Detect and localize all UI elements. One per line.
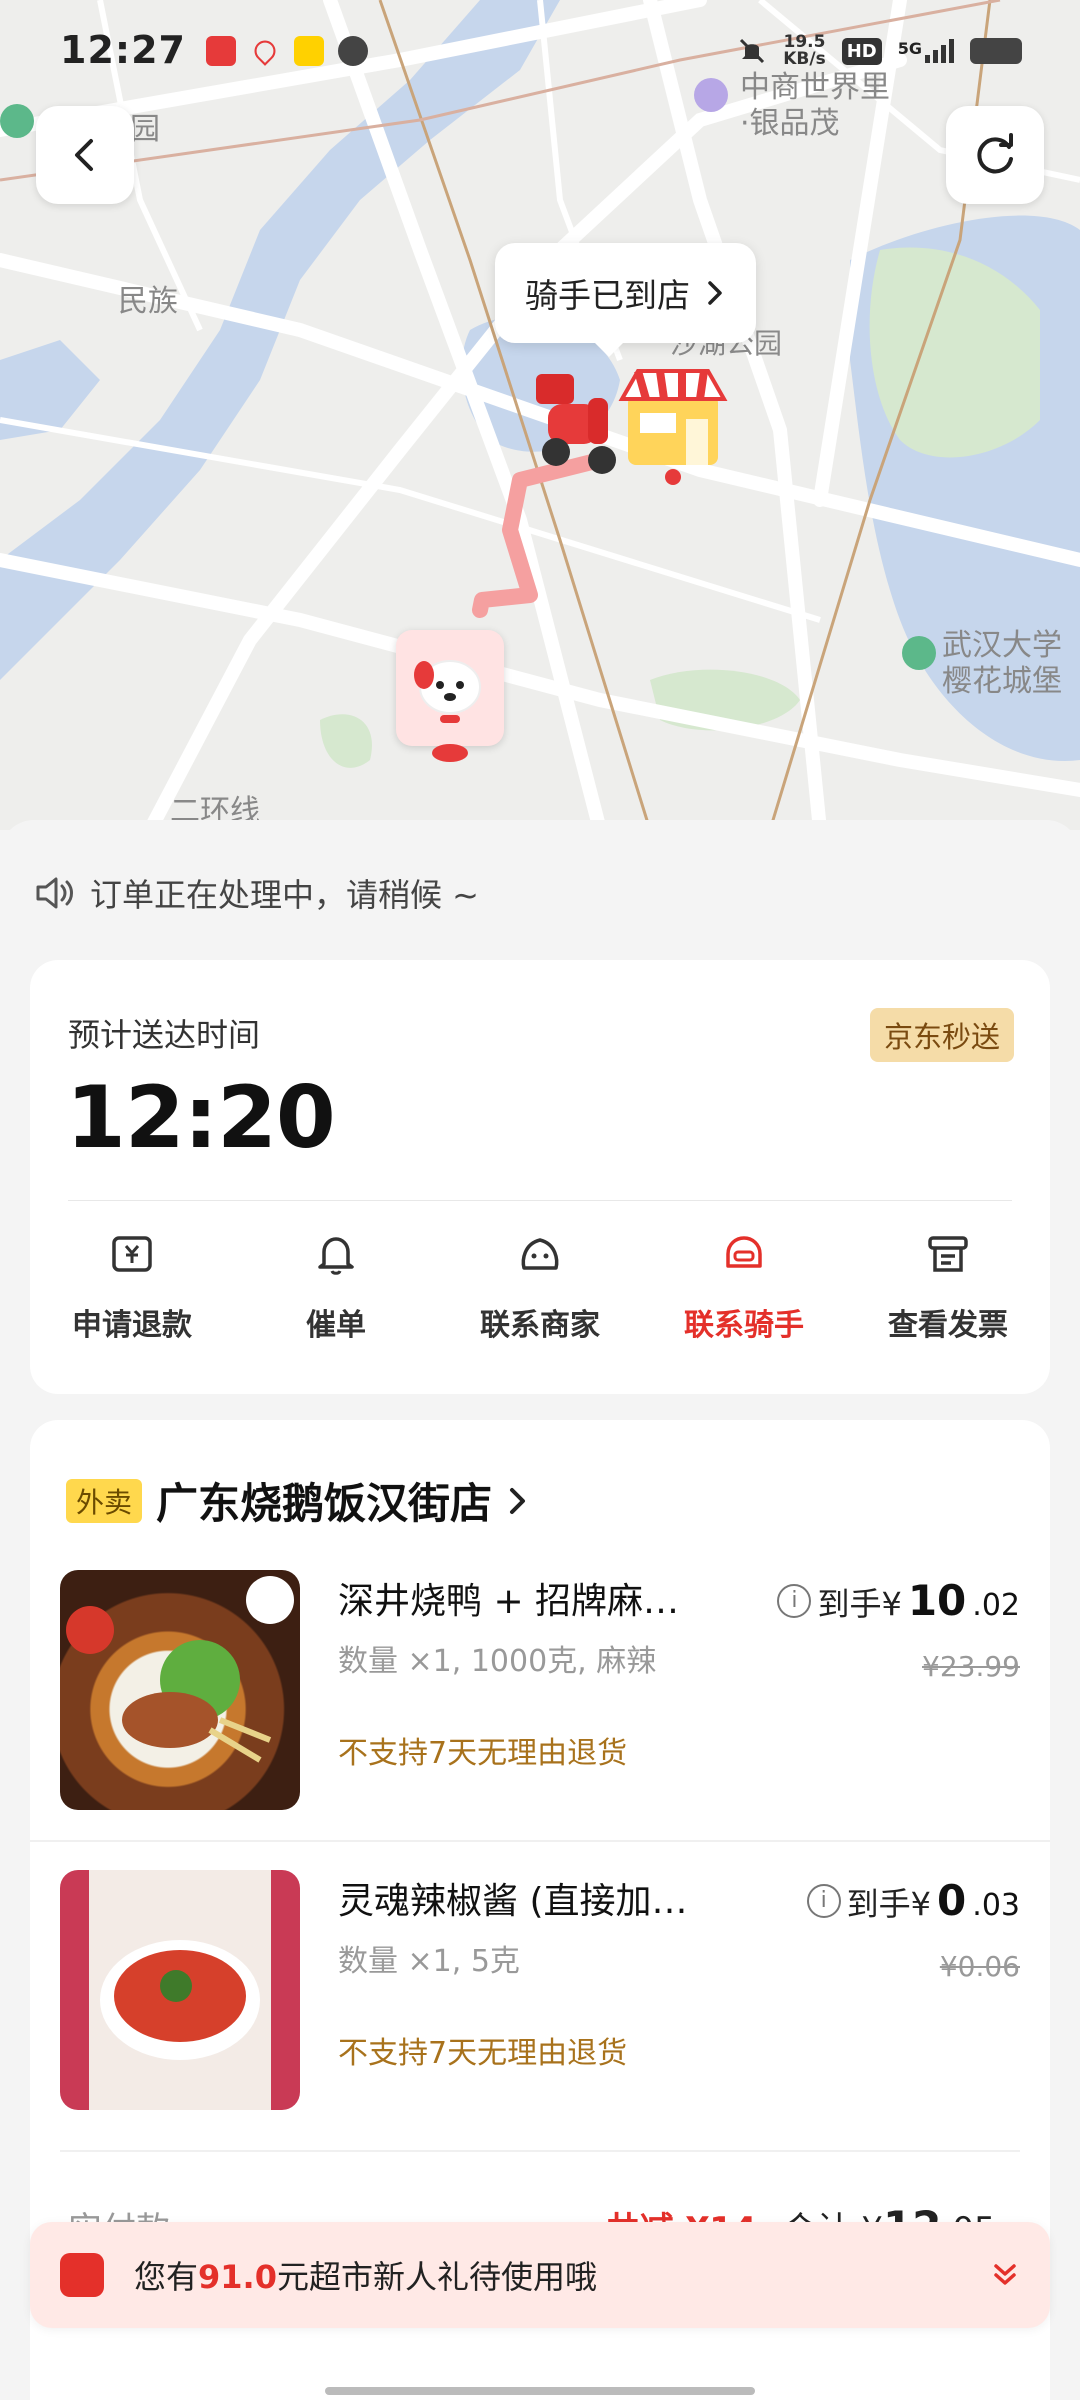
status-time: 12:27 bbox=[60, 28, 186, 72]
rider-icon bbox=[726, 1236, 762, 1268]
contact-rider-button[interactable]: 联系骑手 bbox=[642, 1230, 846, 1344]
eta-time: 12:20 bbox=[66, 1068, 336, 1168]
order-sheet: 订单正在处理中，请稍候 ~ 预计送达时间 12:20 京东秒送 申请退款 催单 … bbox=[0, 820, 1080, 2400]
refund-button[interactable]: 申请退款 bbox=[30, 1230, 234, 1344]
castle-pin-icon bbox=[902, 636, 936, 670]
item-return-policy: 不支持7天无理由退货 bbox=[338, 2036, 628, 2071]
net-speed: 19.5 KB/s bbox=[783, 34, 825, 68]
map-label-park: 园 bbox=[130, 112, 160, 147]
price-integer: 10 bbox=[907, 1576, 967, 1625]
gift-icon bbox=[60, 2253, 104, 2297]
order-actions: 申请退款 催单 联系商家 联系骑手 查看发票 bbox=[30, 1230, 1050, 1344]
view-invoice-button[interactable]: 查看发票 bbox=[846, 1230, 1050, 1344]
store-link[interactable]: 外卖 广东烧鹅饭汉街店 bbox=[66, 1470, 530, 1531]
item-price: i 到手¥ 10.02 bbox=[777, 1576, 1020, 1625]
invoice-icon bbox=[928, 1236, 968, 1272]
contact-merchant-button[interactable]: 联系商家 bbox=[438, 1230, 642, 1344]
new-user-gift-banner[interactable]: 您有91.0元超市新人礼待使用哦 bbox=[30, 2222, 1050, 2328]
takeout-tag: 外卖 bbox=[66, 1478, 143, 1523]
jd-dog-icon bbox=[414, 660, 481, 723]
price-prefix: 到手¥ bbox=[817, 1585, 902, 1623]
price-integer: 0 bbox=[937, 1876, 967, 1925]
refund-icon bbox=[112, 1236, 152, 1272]
meituan-icon bbox=[293, 36, 324, 66]
destination-marker bbox=[396, 630, 504, 746]
location-icon bbox=[250, 36, 280, 66]
urge-label: 催单 bbox=[306, 1308, 366, 1343]
divider bbox=[60, 2150, 1020, 2152]
eta-card: 预计送达时间 12:20 京东秒送 申请退款 催单 联系商家 联系骑手 查看发票 bbox=[30, 960, 1050, 1394]
signal-icon: 5G bbox=[898, 39, 954, 63]
divider bbox=[68, 1200, 1012, 1201]
notice-text: 订单正在处理中，请稍候 ~ bbox=[90, 876, 479, 914]
original-price: ¥0.06 bbox=[939, 1950, 1020, 1983]
store-icon bbox=[618, 369, 728, 485]
item-spec: 数量 ×1, 1000克, 麻辣 bbox=[338, 1644, 657, 1679]
home-indicator[interactable] bbox=[325, 2387, 755, 2395]
status-bar: 12:27 19.5 KB/s HD 5G bbox=[0, 0, 1080, 110]
contact-rider-label: 联系骑手 bbox=[684, 1308, 804, 1343]
bell-icon bbox=[318, 1237, 354, 1275]
price-prefix: 到手¥ bbox=[846, 1885, 932, 1923]
contact-merchant-label: 联系商家 bbox=[480, 1308, 600, 1343]
chevron-right-icon bbox=[510, 1487, 526, 1514]
order-item[interactable]: 灵魂辣椒酱 (直接加… 数量 ×1, 5克 不支持7天无理由退货 i 到手¥ 0.… bbox=[30, 1870, 1050, 2120]
chevron-left-icon bbox=[75, 139, 93, 171]
item-price: i 到手¥ 0.03 bbox=[806, 1876, 1020, 1925]
rider-status-tooltip[interactable]: 骑手已到店 bbox=[495, 243, 756, 357]
merchant-icon bbox=[521, 1238, 559, 1270]
price-decimal: .02 bbox=[972, 1588, 1020, 1623]
refresh-button[interactable] bbox=[946, 106, 1044, 204]
brand-goose-icon bbox=[246, 1576, 294, 1624]
item-name: 深井烧鸭 + 招牌麻… bbox=[338, 1581, 680, 1622]
order-notice: 订单正在处理中，请稍候 ~ bbox=[34, 870, 479, 916]
speaker-icon bbox=[36, 877, 73, 909]
item-spec: 数量 ×1, 5克 bbox=[338, 1944, 520, 1979]
delivery-map[interactable]: 中商世界里 ·银品茂 园 民族 沙湖公园 武汉大学 樱花城堡 二环线 12:27… bbox=[0, 0, 1080, 830]
jd-delivery-badge: 京东秒送 bbox=[869, 1008, 1014, 1062]
double-chevron-down-icon[interactable] bbox=[990, 2260, 1020, 2290]
urge-button[interactable]: 催单 bbox=[234, 1230, 438, 1344]
item-return-policy: 不支持7天无理由退货 bbox=[338, 1736, 628, 1771]
map-label-minzu: 民族 bbox=[118, 284, 178, 319]
divider bbox=[30, 1840, 1050, 1842]
gift-text: 您有91.0元超市新人礼待使用哦 bbox=[134, 2252, 597, 2298]
back-button[interactable] bbox=[36, 106, 134, 204]
original-price: ¥23.99 bbox=[922, 1650, 1020, 1683]
notification-icons bbox=[205, 36, 368, 66]
price-decimal: .03 bbox=[972, 1888, 1020, 1923]
product-image bbox=[60, 1870, 300, 2110]
destination-pin-icon bbox=[432, 744, 468, 762]
order-item[interactable]: 深井烧鸭 + 招牌麻… 数量 ×1, 1000克, 麻辣 不支持7天无理由退货 … bbox=[30, 1570, 1050, 1820]
mute-icon bbox=[740, 38, 765, 64]
info-icon[interactable]: i bbox=[806, 1883, 841, 1918]
gift-text-pre: 您有 bbox=[134, 2258, 199, 2296]
eta-title: 预计送达时间 bbox=[68, 1016, 261, 1054]
gift-amount: 91.0 bbox=[198, 2258, 277, 2296]
refund-label: 申请退款 bbox=[72, 1308, 192, 1343]
system-icons: 19.5 KB/s HD 5G bbox=[737, 34, 1022, 68]
gift-text-post: 元超市新人礼待使用哦 bbox=[276, 2258, 597, 2296]
chevron-right-icon bbox=[708, 281, 722, 305]
hd-badge: HD bbox=[841, 37, 882, 65]
rider-status-text: 骑手已到店 bbox=[525, 276, 690, 315]
bank-icon bbox=[205, 36, 236, 66]
map-label-whu-2: 樱花城堡 bbox=[942, 664, 1062, 699]
battery-icon bbox=[970, 38, 1022, 64]
rider-scooter-icon bbox=[536, 374, 616, 474]
refresh-icon bbox=[977, 133, 1013, 174]
net-speed-unit: KB/s bbox=[783, 49, 826, 69]
network-type: 5G bbox=[897, 39, 922, 58]
info-icon[interactable]: i bbox=[777, 1583, 812, 1618]
store-name: 广东烧鹅饭汉街店 bbox=[156, 1479, 493, 1528]
view-invoice-label: 查看发票 bbox=[888, 1308, 1008, 1343]
chat-icon bbox=[337, 36, 368, 66]
item-name: 灵魂辣椒酱 (直接加… bbox=[338, 1881, 688, 1922]
